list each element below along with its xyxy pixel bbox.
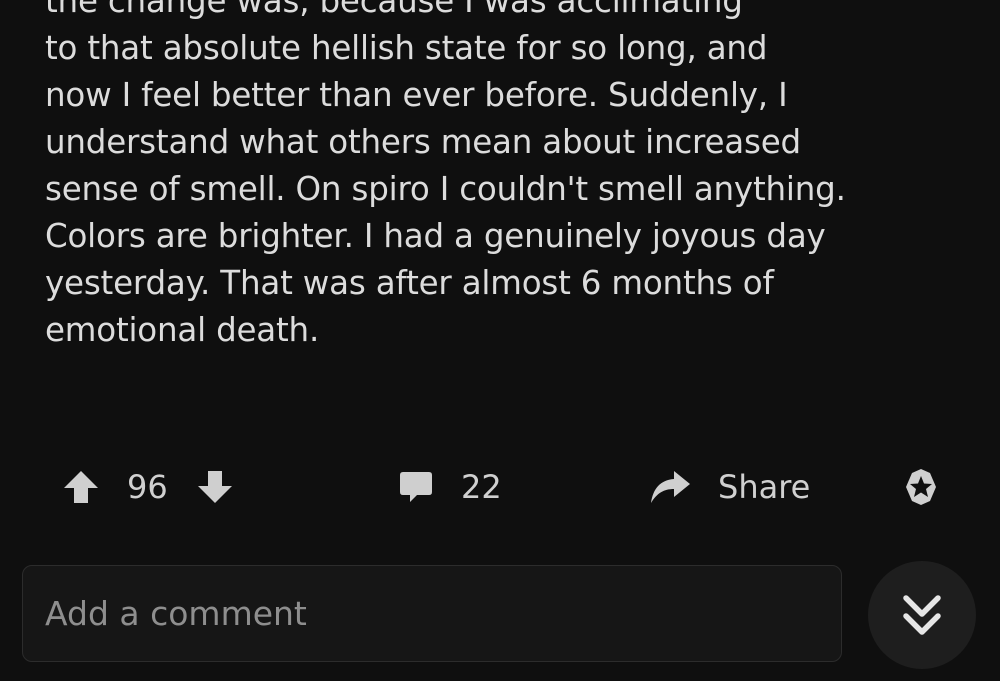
post-text-line: sense of smell. On spiro I couldn't smel…: [45, 170, 846, 208]
jump-to-bottom-button[interactable]: [868, 561, 976, 669]
comments-button[interactable]: 22: [397, 462, 502, 512]
award-star-icon: [906, 469, 936, 505]
double-chevron-down-icon: [903, 595, 941, 635]
vote-count: 96: [127, 468, 168, 506]
downvote-button[interactable]: [196, 469, 234, 505]
post-text-line: emotional death.: [45, 311, 320, 349]
share-label: Share: [718, 468, 811, 506]
arrow-up-icon: [64, 471, 98, 503]
post-text-line: the change was, because I was acclimatin…: [45, 0, 743, 20]
share-button[interactable]: Share: [648, 462, 810, 512]
upvote-button[interactable]: [62, 469, 100, 505]
post-text-line: yesterday. That was after almost 6 month…: [45, 264, 774, 302]
vote-group: 96: [62, 462, 234, 512]
post-view: the change was, because I was acclimatin…: [0, 0, 1000, 681]
comment-count: 22: [461, 468, 502, 506]
post-action-bar: 96 22 Share: [0, 462, 1000, 512]
arrow-down-icon: [197, 471, 232, 503]
post-body-text: the change was, because I was acclimatin…: [45, 0, 985, 354]
add-comment-input[interactable]: Add a comment: [22, 565, 842, 662]
post-text-line: understand what others mean about increa…: [45, 123, 801, 161]
award-button[interactable]: [898, 462, 944, 512]
post-text-line: now I feel better than ever before. Sudd…: [45, 76, 788, 114]
post-text-line: Colors are brighter. I had a genuinely j…: [45, 217, 826, 255]
speech-bubble-icon: [400, 472, 432, 502]
comment-placeholder: Add a comment: [45, 594, 307, 633]
share-arrow-icon: [651, 471, 690, 503]
post-text-line: to that absolute hellish state for so lo…: [45, 29, 768, 67]
